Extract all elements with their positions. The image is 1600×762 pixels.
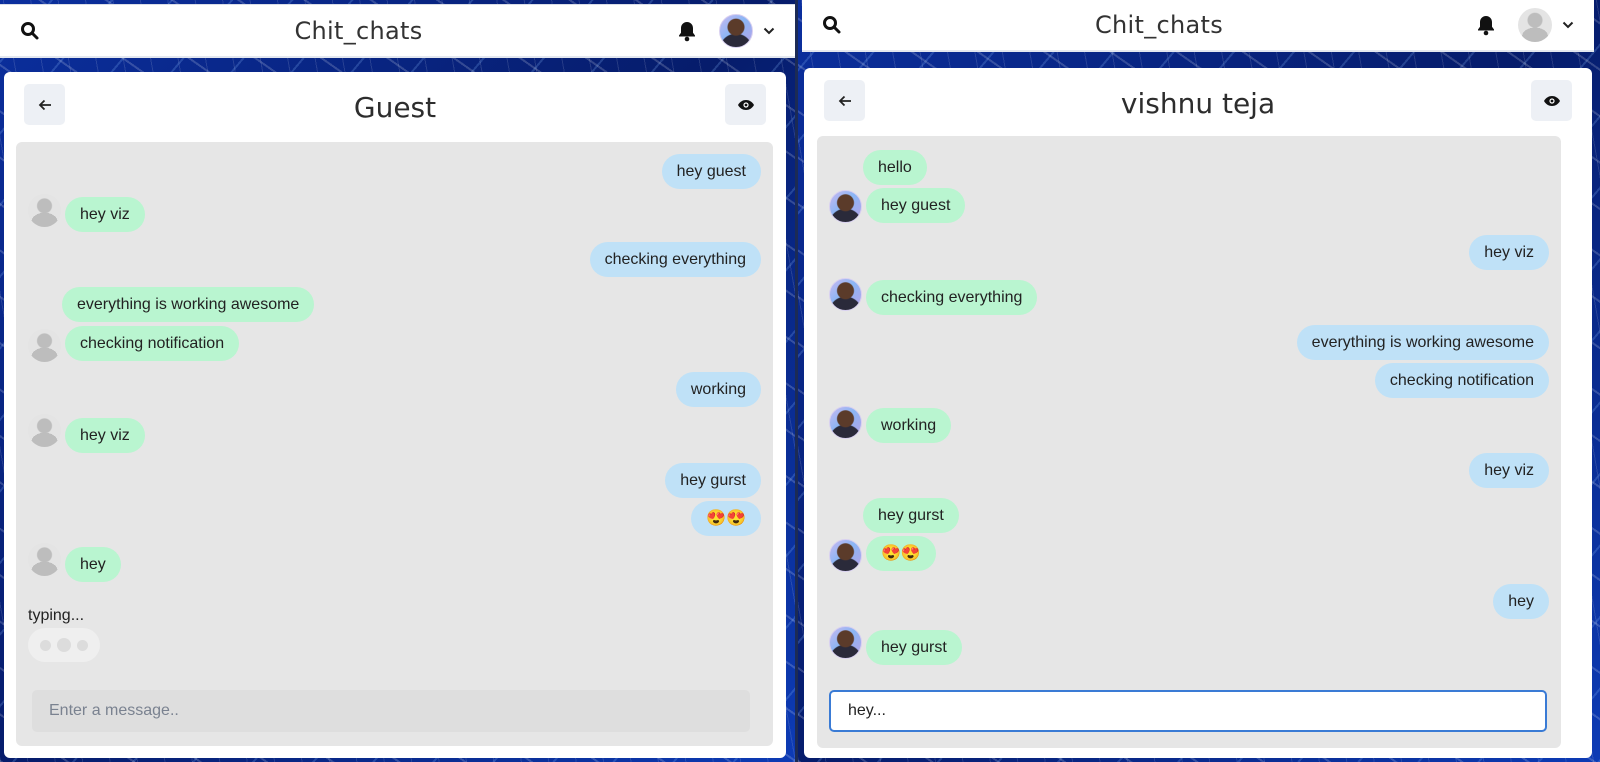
message-row: hello [863, 150, 927, 185]
right-window: Chit_chats vishnu teja hello hey guest h… [798, 0, 1600, 762]
message-bubble: hey viz [1469, 235, 1549, 270]
message-bubble: hey guest [661, 154, 761, 189]
bell-icon[interactable] [677, 20, 697, 42]
message-row: hey guest [661, 154, 761, 189]
message-bubble: hey viz [65, 418, 145, 453]
messages-area: hello hey guest hey viz checking everyth… [817, 136, 1561, 748]
bell-icon[interactable] [1476, 14, 1496, 36]
message-bubble: hey viz [65, 197, 145, 232]
sender-avatar [829, 190, 862, 223]
message-input[interactable] [32, 690, 750, 732]
chat-title: vishnu teja [1120, 86, 1276, 120]
sender-avatar [829, 539, 862, 572]
app-brand: Chit_chats [1094, 11, 1224, 39]
message-row: 😍😍 [691, 501, 761, 536]
sender-avatar [28, 414, 61, 447]
sender-avatar [28, 194, 61, 227]
message-row: hey viz [1469, 235, 1549, 270]
message-bubble: everything is working awesome [62, 287, 315, 322]
message-row: everything is working awesome [62, 287, 315, 322]
message-bubble: checking notification [1374, 363, 1549, 398]
message-row: checking everything [866, 280, 1038, 315]
chevron-down-icon [1562, 16, 1574, 34]
message-bubble: working [675, 372, 761, 407]
view-profile-button[interactable] [1531, 80, 1572, 121]
left-window: Chit_chats Guest hey guest hey viz check… [0, 0, 795, 762]
search-icon[interactable] [20, 21, 40, 41]
search-icon[interactable] [822, 15, 842, 35]
message-row: hey gurst [866, 630, 962, 665]
message-row: everything is working awesome [1296, 325, 1549, 360]
profile-menu[interactable] [718, 13, 775, 48]
message-row: checking everything [589, 242, 761, 277]
typing-indicator-label: typing... [28, 607, 85, 624]
avatar [1517, 8, 1552, 42]
message-row: checking notification [1374, 363, 1549, 398]
message-bubble: checking notification [65, 326, 240, 361]
top-navbar: Chit_chats [802, 0, 1594, 52]
message-bubble: hey gurst [665, 463, 761, 498]
chevron-down-icon [763, 22, 775, 40]
message-row: hey gurst [863, 498, 959, 533]
sender-avatar [28, 543, 61, 576]
message-bubble: hey [65, 547, 121, 582]
message-input[interactable] [829, 690, 1547, 732]
top-navbar: Chit_chats [0, 4, 795, 58]
sender-avatar [829, 278, 862, 311]
message-bubble: checking everything [589, 242, 761, 277]
message-bubble: hey gurst [866, 630, 962, 665]
message-bubble: hey [1493, 584, 1549, 619]
chat-card: Guest hey guest hey viz checking everyth… [4, 72, 786, 758]
back-button[interactable] [24, 84, 65, 125]
message-bubble: hey viz [1469, 453, 1549, 488]
message-bubble: 😍😍 [691, 501, 761, 536]
messages-area: hey guest hey viz checking everything ev… [16, 142, 773, 746]
message-row: hey guest [866, 188, 966, 223]
message-row: hey [65, 547, 121, 582]
back-button[interactable] [824, 80, 865, 121]
chat-card: vishnu teja hello hey guest hey viz chec… [804, 68, 1592, 758]
message-bubble: hey guest [866, 188, 966, 223]
message-bubble: working [866, 408, 952, 443]
sender-avatar [829, 406, 862, 439]
message-bubble: hello [863, 150, 927, 185]
message-row: hey gurst [665, 463, 761, 498]
message-bubble: hey gurst [863, 498, 959, 533]
message-bubble: 😍😍 [866, 536, 936, 571]
message-row: hey [1493, 584, 1549, 619]
message-row: working [675, 372, 761, 407]
sender-avatar [28, 329, 61, 362]
avatar [718, 13, 753, 48]
chat-header: Guest [4, 72, 786, 142]
view-profile-button[interactable] [725, 84, 766, 125]
message-row: working [866, 408, 952, 443]
profile-menu[interactable] [1517, 8, 1574, 42]
app-brand: Chit_chats [294, 16, 423, 45]
typing-dots [28, 628, 100, 662]
sender-avatar [829, 626, 862, 659]
message-row: checking notification [65, 326, 240, 361]
chat-header: vishnu teja [804, 68, 1592, 138]
chat-title: Guest [353, 90, 437, 124]
message-bubble: checking everything [866, 280, 1038, 315]
message-bubble: everything is working awesome [1296, 325, 1549, 360]
message-row: 😍😍 [866, 536, 936, 571]
message-row: hey viz [1469, 453, 1549, 488]
message-row: hey viz [65, 418, 145, 453]
message-row: hey viz [65, 197, 145, 232]
